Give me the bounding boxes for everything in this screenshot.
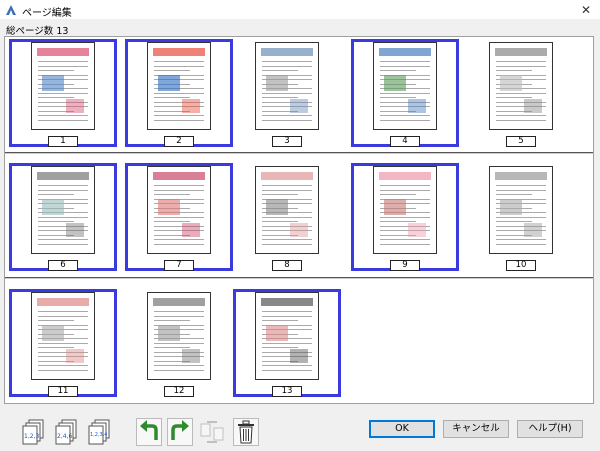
page-thumbnail[interactable]: 9 (351, 163, 459, 271)
page-thumbnail[interactable]: 1 (9, 39, 117, 147)
page-number-label: 6 (48, 260, 78, 271)
delete-button[interactable] (233, 418, 259, 446)
page-number-label: 4 (390, 136, 420, 147)
page-preview-image (31, 292, 95, 380)
page-number-label: 9 (390, 260, 420, 271)
bottom-toolbar: 1,2,3 2,4,6 1,2,3,4 (0, 410, 600, 451)
page-number-label: 12 (164, 386, 194, 397)
page-number-label: 11 (48, 386, 78, 397)
page-preview-image (31, 166, 95, 254)
page-number-label: 3 (272, 136, 302, 147)
page-number-label: 13 (272, 386, 302, 397)
rotate-right-icon (167, 418, 193, 446)
sort-sequential-icon: 1,2,3 (22, 419, 44, 445)
ok-button[interactable]: OK (369, 420, 435, 438)
page-thumbnail[interactable]: 3 (233, 39, 341, 147)
close-button[interactable]: ✕ (572, 0, 600, 20)
window-title: ページ編集 (22, 8, 72, 19)
sort-grid-icon: 1,2,3,4 (88, 419, 110, 445)
row-separator (5, 152, 593, 154)
page-preview-image (147, 166, 211, 254)
page-thumbnail[interactable]: 6 (9, 163, 117, 271)
rotate-left-button[interactable] (136, 418, 162, 446)
sort-even-icon: 2,4,6 (55, 419, 77, 445)
page-preview-image (31, 42, 95, 130)
page-preview-image (147, 292, 211, 380)
page-preview-image (255, 166, 319, 254)
page-number-label: 8 (272, 260, 302, 271)
page-preview-image (373, 166, 437, 254)
title-bar: ページ編集 ✕ (0, 0, 600, 20)
sort-246-text: 2,4,6 (57, 433, 72, 440)
page-thumbnail[interactable]: 4 (351, 39, 459, 147)
trash-icon (233, 418, 259, 446)
page-preview-image (255, 292, 319, 380)
page-preview-image (255, 42, 319, 130)
page-thumbnail[interactable]: 12 (125, 289, 233, 397)
rotate-left-icon (136, 418, 162, 446)
page-number-label: 5 (506, 136, 536, 147)
page-number-label: 2 (164, 136, 194, 147)
page-preview-image (489, 166, 553, 254)
page-thumbnail[interactable]: 11 (9, 289, 117, 397)
page-thumbnail[interactable]: 7 (125, 163, 233, 271)
page-preview-image (373, 42, 437, 130)
page-preview-image (489, 42, 553, 130)
swap-button[interactable] (199, 418, 225, 446)
app-icon (6, 5, 16, 15)
rotate-right-button[interactable] (167, 418, 193, 446)
thumbnail-grid[interactable]: 1 2 3 4 5 6 7 8 9 10 11 12 13 (4, 36, 594, 404)
cancel-button[interactable]: キャンセル (443, 420, 509, 438)
sort-grid-button[interactable]: 1,2,3,4 (88, 418, 114, 446)
page-number-label: 10 (506, 260, 536, 271)
page-thumbnail[interactable]: 10 (467, 163, 575, 271)
page-thumbnail[interactable]: 8 (233, 163, 341, 271)
swap-icon (200, 421, 224, 443)
sort-123-text: 1,2,3 (24, 433, 39, 440)
sort-1234-text: 1,2,3,4 (90, 432, 108, 438)
page-preview-image (147, 42, 211, 130)
page-number-label: 1 (48, 136, 78, 147)
sort-sequential-button[interactable]: 1,2,3 (22, 418, 48, 446)
page-thumbnail[interactable]: 2 (125, 39, 233, 147)
page-thumbnail[interactable]: 13 (233, 289, 341, 397)
help-button[interactable]: ヘルプ(H) (517, 420, 583, 438)
sort-even-button[interactable]: 2,4,6 (55, 418, 81, 446)
page-thumbnail[interactable]: 5 (467, 39, 575, 147)
row-separator (5, 277, 593, 279)
page-number-label: 7 (164, 260, 194, 271)
page-count: 総ページ数 13 (6, 23, 71, 37)
